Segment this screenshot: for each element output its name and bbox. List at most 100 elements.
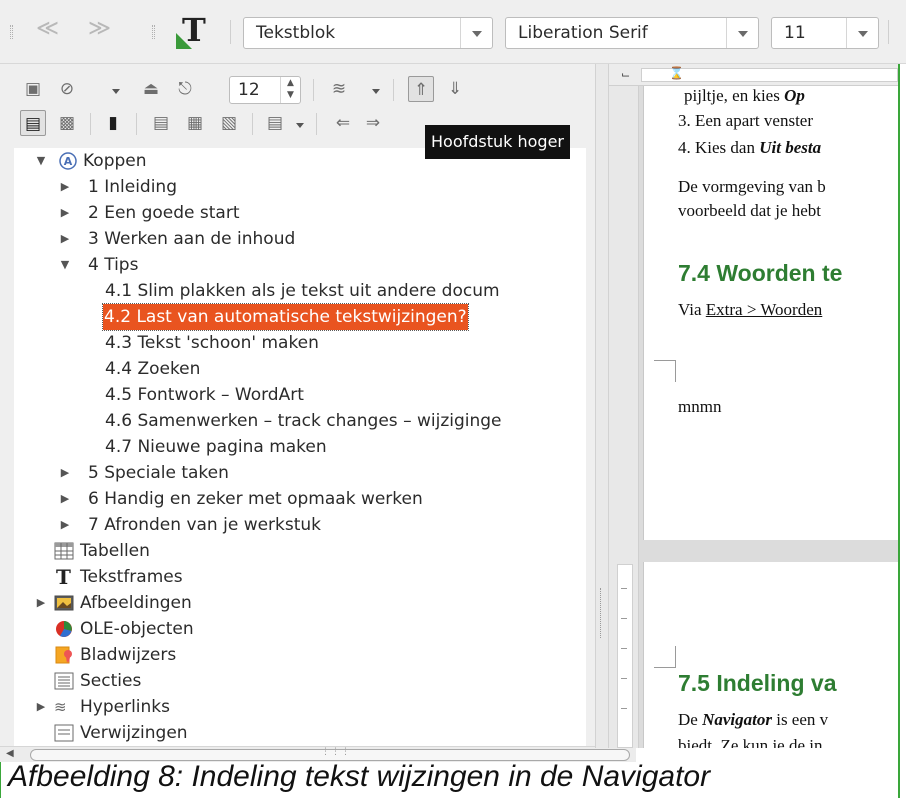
expand-arrow-icon[interactable]: ▶ [34, 694, 48, 720]
ruler-tick [621, 678, 627, 679]
tree-item-chapter-6[interactable]: ▶ 6 Handig en zeker met opmaak werken [14, 486, 586, 512]
drag-mode-icon[interactable]: ≋ [326, 76, 352, 102]
toolbar-grip[interactable] [10, 25, 13, 39]
toggle-icon[interactable]: ▣ [20, 76, 46, 102]
paragraph-style-value: Tekstblok [256, 23, 336, 43]
promote-chapter-icon[interactable]: ⇑ [408, 76, 434, 102]
header-content-icon[interactable]: ▤ [148, 110, 174, 136]
chevron-down-icon[interactable] [112, 89, 120, 94]
chevron-down-icon[interactable] [460, 18, 492, 48]
tree-item-tabellen[interactable]: Tabellen [14, 538, 586, 564]
tree-item-hyperlinks[interactable]: ▶ ≋ Hyperlinks [14, 694, 586, 720]
tree-item-bladwijzers[interactable]: Bladwijzers [14, 642, 586, 668]
promote-level-icon[interactable]: ⇐ [330, 110, 356, 136]
tree-item-tip-4-3[interactable]: 4.3 Tekst 'schoon' maken [14, 330, 586, 356]
heading-levels-icon[interactable]: ▤ [262, 110, 288, 136]
doc-heading: 7.5 Indeling va [678, 670, 837, 696]
collapse-arrow-icon[interactable]: ▼ [58, 252, 72, 278]
scroll-left-icon[interactable]: ◀ [6, 748, 14, 759]
indent-marker-icon[interactable]: ⌛ [669, 66, 684, 80]
tree-item-chapter-2[interactable]: ▶ 2 Een goede start [14, 200, 586, 226]
expand-arrow-icon[interactable]: ▶ [58, 486, 72, 512]
chevron-down-icon[interactable] [296, 123, 304, 128]
navigator-panel: ▣ ⊘ ⏏ ⎋ 12 ▲▼ ≋ ⇑ ⇓ ▤ ▩ ▮ ▤ ▦ ▧ ▤ ⇐ ⇒ ▼ [0, 64, 595, 748]
expand-arrow-icon[interactable]: ▶ [58, 512, 72, 538]
tree-item-secties[interactable]: Secties [14, 668, 586, 694]
tree-item-label: 4.7 Nieuwe pagina maken [105, 437, 327, 457]
headings-icon: A [59, 152, 77, 170]
tree-item-tip-4-5[interactable]: 4.5 Fontwork – WordArt [14, 382, 586, 408]
expand-arrow-icon[interactable]: ▶ [34, 590, 48, 616]
toolbar-separator [252, 113, 253, 135]
paragraph-style-combo[interactable]: Tekstblok [243, 17, 493, 49]
header-icon[interactable]: ▮ [100, 110, 126, 136]
tree-item-label: 1 Inleiding [88, 177, 177, 197]
tree-item-chapter-3[interactable]: ▶ 3 Werken aan de inhoud [14, 226, 586, 252]
doc-text: De [678, 710, 703, 729]
tree-item-ole-objecten[interactable]: OLE-objecten [14, 616, 586, 642]
tree-item-chapter-1[interactable]: ▶ 1 Inleiding [14, 174, 586, 200]
chevron-down-icon[interactable] [846, 18, 878, 48]
ruler-tick [621, 618, 627, 619]
set-reminder-icon[interactable]: ▩ [54, 110, 80, 136]
tree-item-label: Koppen [83, 151, 147, 171]
spin-arrows-icon[interactable]: ▲ ▼ [280, 77, 300, 103]
tree-item-label: Verwijzingen [80, 723, 188, 743]
demote-level-icon[interactable]: ⇒ [360, 110, 386, 136]
toolbar-grip-2[interactable] [152, 25, 155, 39]
text-style-T-icon[interactable]: T [176, 13, 214, 49]
expand-arrow-icon[interactable]: ▶ [58, 460, 72, 486]
font-size-value: 11 [784, 23, 806, 43]
document-page[interactable]: pijltje, en kies Op 3. Een apart venster… [643, 86, 898, 540]
splitter-grip[interactable] [600, 588, 603, 638]
back-arrow-icon[interactable]: ≪ [36, 18, 59, 40]
tree-item-afbeeldingen[interactable]: ▶ Afbeeldingen [14, 590, 586, 616]
tree-item-label: 4.6 Samenwerken – track changes – wijzig… [105, 411, 502, 431]
font-size-combo[interactable]: 11 [771, 17, 879, 49]
doc-line: De vormgeving van b [678, 177, 826, 197]
doc-line: 3. Een apart venster [678, 111, 813, 131]
tree-item-tip-4-6[interactable]: 4.6 Samenwerken – track changes – wijzig… [14, 408, 586, 434]
expand-arrow-icon[interactable]: ▶ [58, 174, 72, 200]
tree-item-tekstframes[interactable]: T Tekstframes [14, 564, 586, 590]
tree-item-tip-4-2[interactable]: 4.2 Last van automatische tekstwijzingen… [14, 303, 586, 331]
tree-item-chapter-5[interactable]: ▶ 5 Speciale taken [14, 460, 586, 486]
anchor-text-icon[interactable]: ▧ [216, 110, 242, 136]
doc-text: voorbeeld dat je hebt [678, 201, 822, 220]
panel-splitter[interactable] [595, 64, 609, 748]
content-view-icon[interactable]: ▤ [20, 110, 46, 136]
tree-item-tip-4-4[interactable]: 4.4 Zoeken [14, 356, 586, 382]
chevron-down-icon[interactable] [372, 89, 380, 94]
vertical-ruler-page-area [617, 564, 633, 748]
chevron-down-icon[interactable] [726, 18, 758, 48]
collapse-arrow-icon[interactable]: ▼ [34, 148, 48, 174]
tab-stop-icon[interactable]: ⌙ [621, 68, 630, 81]
navigation-target-icon[interactable]: ⊘ [54, 76, 80, 102]
demote-chapter-icon[interactable]: ⇓ [442, 76, 468, 102]
doc-link[interactable]: Extra > Woorden [706, 300, 823, 319]
tree-item-verwijzingen[interactable]: Verwijzingen [14, 720, 586, 746]
expand-arrow-icon[interactable]: ▶ [58, 200, 72, 226]
document-page[interactable]: 7.5 Indeling va De Navigator is een v bi… [643, 562, 898, 748]
doc-text: De vormgeving van b [678, 177, 826, 196]
font-name-value: Liberation Serif [518, 23, 648, 43]
font-name-combo[interactable]: Liberation Serif [505, 17, 759, 49]
doc-heading: 7.4 Woorden te [678, 260, 843, 286]
tree-item-tip-4-1[interactable]: 4.1 Slim plakken als je tekst uit andere… [14, 278, 586, 304]
tree-item-label: Tekstframes [80, 567, 183, 587]
expand-arrow-icon[interactable]: ▶ [58, 226, 72, 252]
tree-item-chapter-4[interactable]: ▼ 4 Tips [14, 252, 586, 278]
tree-item-chapter-7[interactable]: ▶ 7 Afronden van je werkstuk [14, 512, 586, 538]
forward-arrow-icon[interactable]: ≫ [88, 18, 111, 40]
tree-item-label: Hyperlinks [80, 697, 171, 717]
previous-object-icon[interactable]: ⏏ [138, 76, 164, 102]
page-number-spin[interactable]: 12 ▲ ▼ [229, 76, 301, 104]
tree-item-label: OLE-objecten [80, 619, 194, 639]
tree-item-tip-4-7[interactable]: 4.7 Nieuwe pagina maken [14, 434, 586, 460]
hyperlink-icon: ≋ [54, 698, 67, 716]
footer-icon[interactable]: ▦ [182, 110, 208, 136]
next-object-icon[interactable]: ⎋ [172, 76, 198, 102]
doc-emphasis: Op [784, 86, 805, 105]
text-boundary-corner [654, 360, 676, 382]
navigator-tree: ▼ A Koppen ▶ 1 Inleiding ▶ 2 Een goede s… [14, 148, 586, 748]
